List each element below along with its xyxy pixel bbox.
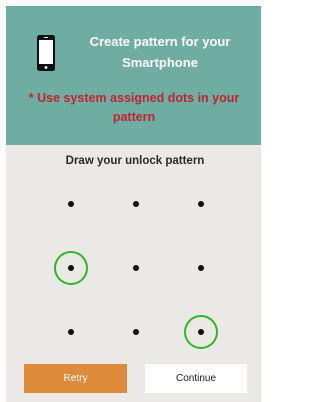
dot xyxy=(68,265,74,271)
header-title: Create pattern for your Smartphone xyxy=(89,34,231,70)
pattern-dot-r1-c2[interactable] xyxy=(118,186,154,222)
retry-button[interactable]: Retry xyxy=(24,364,127,393)
dot xyxy=(133,265,139,271)
dot xyxy=(198,265,204,271)
smartphone-icon xyxy=(37,35,55,71)
pattern-setup-screen: Create pattern for your Smartphone * Use… xyxy=(0,0,261,402)
pattern-dot-r2-c1[interactable] xyxy=(53,250,89,286)
pattern-dot-r3-c1[interactable] xyxy=(53,314,89,350)
dot xyxy=(68,329,74,335)
dot xyxy=(68,201,74,207)
pattern-dot-r2-c3[interactable] xyxy=(183,250,219,286)
header-note: * Use system assigned dots in your patte… xyxy=(28,91,240,124)
dot xyxy=(198,329,204,335)
dot xyxy=(133,201,139,207)
pattern-title: Draw your unlock pattern xyxy=(65,155,205,167)
dot xyxy=(133,329,139,335)
pattern-dot-r2-c2[interactable] xyxy=(118,250,154,286)
pattern-dot-r3-c3[interactable] xyxy=(183,314,219,350)
continue-button[interactable]: Continue xyxy=(145,364,247,393)
pattern-dot-r3-c2[interactable] xyxy=(118,314,154,350)
pattern-dot-r1-c3[interactable] xyxy=(183,186,219,222)
dot xyxy=(198,201,204,207)
pattern-dot-r1-c1[interactable] xyxy=(53,186,89,222)
